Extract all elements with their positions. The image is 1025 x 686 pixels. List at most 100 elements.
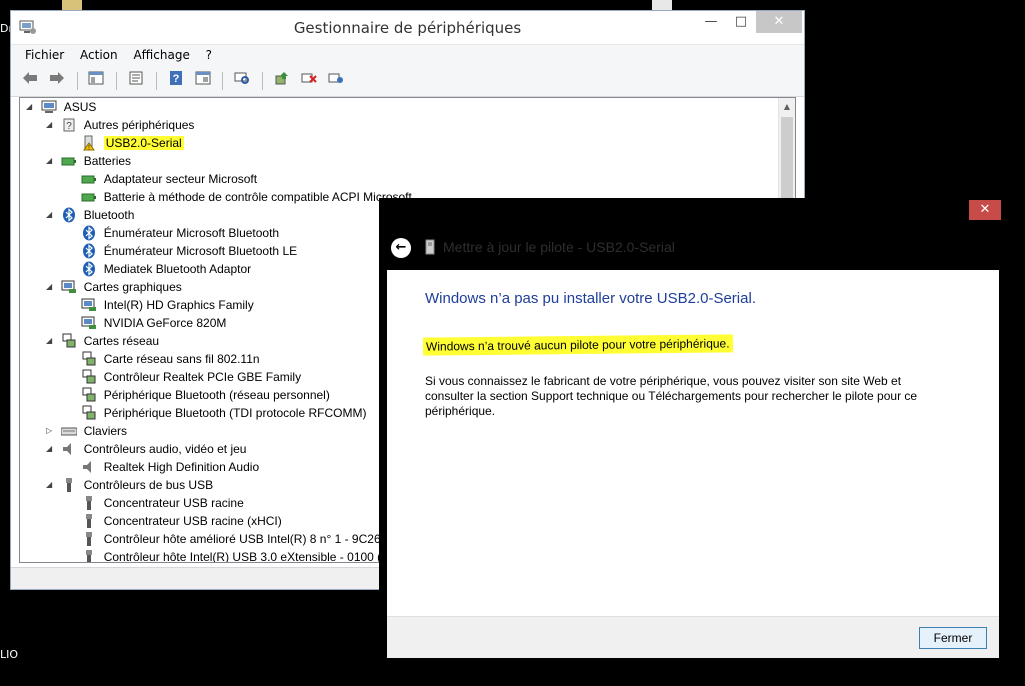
collapse-arrow-icon[interactable]: ◢ <box>46 206 58 224</box>
display-adapter-icon <box>81 316 97 329</box>
dialog-footer: Fermer <box>387 616 999 658</box>
warning-device-icon: ! <box>83 135 96 151</box>
menu-fichier[interactable]: Fichier <box>19 45 70 65</box>
properties-icon[interactable] <box>125 71 147 91</box>
disable-device-icon[interactable] <box>325 71 347 91</box>
collapse-arrow-icon[interactable]: ◢ <box>46 476 58 494</box>
tree-item[interactable]: Mediatek Bluetooth Adaptor <box>66 260 251 278</box>
collapse-arrow-icon[interactable]: ◢ <box>46 152 58 170</box>
tree-category-bluetooth[interactable]: ◢ Bluetooth <box>46 206 134 224</box>
desktop-label-bottom: LIO <box>0 648 19 661</box>
display-adapter-icon <box>61 280 77 293</box>
collapse-arrow-icon[interactable]: ◢ <box>46 278 58 296</box>
toolbar-separator <box>116 72 118 90</box>
tree-item[interactable]: Énumérateur Microsoft Bluetooth <box>66 224 279 242</box>
menu-help[interactable]: ? <box>200 45 218 65</box>
tree-item[interactable]: Contrôleur hôte Intel(R) USB 3.0 eXtensi… <box>66 548 391 562</box>
device-icon <box>425 239 435 255</box>
usb-icon <box>66 477 73 492</box>
battery-icon <box>81 175 97 184</box>
dialog-heading: Windows n’a pas pu installer votre USB2.… <box>425 290 756 307</box>
network-adapter-icon <box>82 387 96 402</box>
tree-item[interactable]: Batterie à méthode de contrôle compatibl… <box>66 188 412 206</box>
toolbar: ? <box>11 67 804 97</box>
maximize-button[interactable]: □ <box>726 11 756 33</box>
bluetooth-icon <box>83 261 96 277</box>
toolbar-separator <box>155 72 157 90</box>
tree-category-keyboards[interactable]: ▷ Claviers <box>46 422 127 440</box>
display-adapter-icon <box>81 298 97 311</box>
collapse-arrow-icon[interactable]: ◢ <box>46 116 58 134</box>
usb-icon <box>86 513 93 528</box>
menu-action[interactable]: Action <box>74 45 124 65</box>
tree-item[interactable]: Carte réseau sans fil 802.11n <box>66 350 260 368</box>
battery-icon <box>61 157 77 166</box>
update-driver-dialog: ✕ ← Mettre à jour le pilote - USB2.0-Ser… <box>379 198 1007 664</box>
back-arrow-icon[interactable] <box>19 71 41 91</box>
toolbar-separator <box>262 72 264 90</box>
speaker-icon <box>63 442 72 455</box>
battery-icon <box>81 193 97 202</box>
menu-affichage[interactable]: Affichage <box>127 45 195 65</box>
tree-item[interactable]: Intel(R) HD Graphics Family <box>66 296 254 314</box>
toolbar-separator <box>76 72 78 90</box>
update-driver-icon[interactable] <box>271 71 293 91</box>
collapse-arrow-icon[interactable]: ◢ <box>26 98 38 116</box>
forward-arrow-icon[interactable] <box>46 71 68 91</box>
help-icon[interactable]: ? <box>165 71 187 91</box>
tree-category-audio[interactable]: ◢ Contrôleurs audio, vidéo et jeu <box>46 440 246 458</box>
dialog-title: Mettre à jour le pilote - USB2.0-Serial <box>443 239 675 255</box>
tree-item[interactable]: Adaptateur secteur Microsoft <box>66 170 257 188</box>
unknown-device-icon: ? <box>63 118 75 132</box>
scan-hardware-icon[interactable] <box>231 71 253 91</box>
tree-item[interactable]: Realtek High Definition Audio <box>66 458 259 476</box>
back-arrow-icon[interactable]: ← <box>391 238 411 258</box>
network-adapter-icon <box>82 351 96 366</box>
keyboard-icon <box>61 427 78 436</box>
bluetooth-icon <box>63 207 76 223</box>
usb-icon <box>86 495 93 510</box>
usb-icon <box>86 549 93 562</box>
title-bar: Gestionnaire de périphériques — □ ✕ <box>11 11 804 45</box>
window-title: Gestionnaire de périphériques <box>293 19 522 37</box>
close-button[interactable]: ✕ <box>756 11 802 33</box>
dialog-close-button[interactable]: ✕ <box>969 200 1001 220</box>
tree-item[interactable]: Concentrateur USB racine (xHCI) <box>66 512 282 530</box>
bluetooth-icon <box>83 243 96 259</box>
tree-item[interactable]: Périphérique Bluetooth (TDI protocole RF… <box>66 404 366 422</box>
show-hide-tree-icon[interactable] <box>85 71 107 91</box>
network-adapter-icon <box>82 405 96 420</box>
speaker-icon <box>83 460 92 473</box>
svg-text:?: ? <box>67 121 73 132</box>
menu-bar: Fichier Action Affichage ? <box>11 45 804 67</box>
tree-item[interactable]: Périphérique Bluetooth (réseau personnel… <box>66 386 330 404</box>
computer-icon <box>41 100 57 113</box>
network-adapter-icon <box>62 333 76 348</box>
bluetooth-icon <box>83 225 96 241</box>
tree-item-usb-serial[interactable]: ! USB2.0-Serial <box>66 134 184 152</box>
collapse-arrow-icon[interactable]: ◢ <box>46 332 58 350</box>
view-icon[interactable] <box>192 71 214 91</box>
tree-category-autres[interactable]: ◢ ? Autres périphériques <box>46 116 194 134</box>
expand-arrow-icon[interactable]: ▷ <box>46 422 58 440</box>
collapse-arrow-icon[interactable]: ◢ <box>46 440 58 458</box>
usb-icon <box>86 531 93 546</box>
tree-item[interactable]: Énumérateur Microsoft Bluetooth LE <box>66 242 297 260</box>
dialog-description: Si vous connaissez le fabricant de votre… <box>425 374 918 418</box>
minimize-button[interactable]: — <box>696 11 726 33</box>
tree-item[interactable]: Contrôleur Realtek PCIe GBE Family <box>66 368 301 386</box>
uninstall-icon[interactable] <box>298 71 320 91</box>
tree-item[interactable]: NVIDIA GeForce 820M <box>66 314 226 332</box>
fermer-button[interactable]: Fermer <box>919 627 987 649</box>
tree-category-graphics[interactable]: ◢ Cartes graphiques <box>46 278 182 296</box>
tree-category-network[interactable]: ◢ Cartes réseau <box>46 332 159 350</box>
network-adapter-icon <box>82 369 96 384</box>
tree-root[interactable]: ◢ ASUS <box>26 98 96 116</box>
tree-item[interactable]: Contrôleur hôte amélioré USB Intel(R) 8 … <box>66 530 381 548</box>
dialog-message: Windows n’a trouvé aucun pilote pour vot… <box>422 334 733 356</box>
tree-category-usb[interactable]: ◢ Contrôleurs de bus USB <box>46 476 213 494</box>
tree-category-batteries[interactable]: ◢ Batteries <box>46 152 131 170</box>
scroll-up-icon[interactable]: ▲ <box>779 98 795 115</box>
tree-item[interactable]: Concentrateur USB racine <box>66 494 244 512</box>
toolbar-separator <box>222 72 224 90</box>
